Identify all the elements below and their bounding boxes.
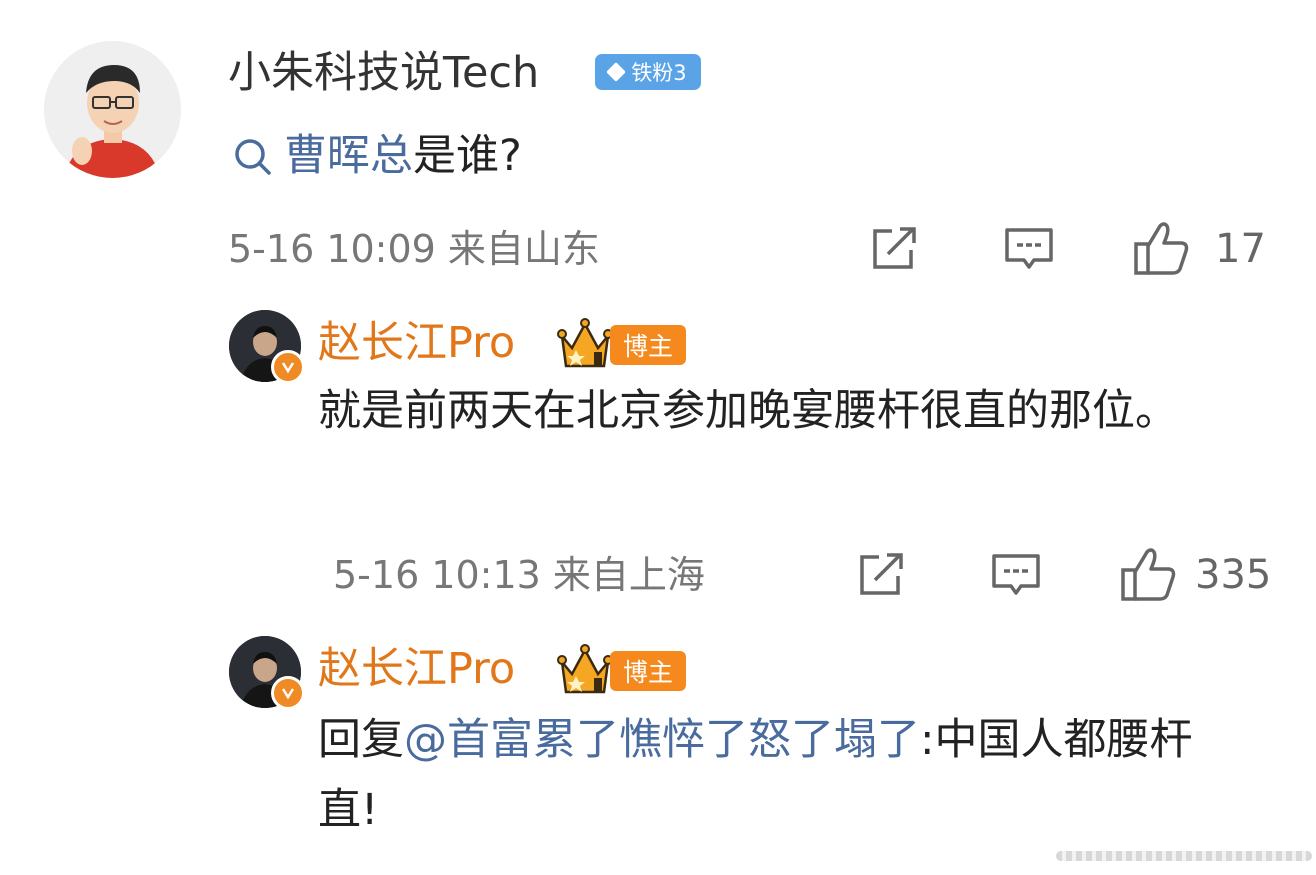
share-icon xyxy=(873,227,916,269)
avatar-illustration xyxy=(44,41,181,178)
blogger-name[interactable]: 赵长江Pro xyxy=(318,640,515,698)
mention-link[interactable]: @首富累了憔悴了怒了塌了 xyxy=(404,715,920,765)
comment-text: 曹晖总 是谁? xyxy=(230,126,522,186)
like-count: 17 xyxy=(1215,226,1266,272)
fan-badge[interactable]: 铁粉3 xyxy=(595,54,701,90)
like-count: 335 xyxy=(1195,552,1272,598)
reply-avatar[interactable] xyxy=(229,636,305,710)
crown-icon xyxy=(557,318,613,368)
share-button[interactable] xyxy=(870,226,920,276)
crown-icon xyxy=(557,644,613,694)
reply-prefix: 回复 xyxy=(318,715,404,765)
diamond-icon xyxy=(606,62,627,82)
reply-avatar[interactable] xyxy=(229,310,305,384)
reply-meta: 5-16 10:13 来自上海 xyxy=(333,553,705,597)
comment-meta: 5-16 10:09 来自山东 xyxy=(228,227,600,271)
reply-text: 回复@首富累了憔悴了怒了塌了:中国人都腰杆直! xyxy=(318,705,1238,845)
like-button[interactable] xyxy=(1120,546,1178,606)
blogger-badge[interactable]: 博主 xyxy=(610,325,686,365)
like-icon xyxy=(1134,222,1189,275)
comment-icon xyxy=(1005,228,1053,269)
share-icon xyxy=(860,553,903,595)
share-button[interactable] xyxy=(857,552,907,602)
verified-icon xyxy=(271,676,305,710)
topic-link[interactable]: 曹晖总 xyxy=(284,126,413,186)
comment-button[interactable] xyxy=(1003,226,1055,278)
comment-text-suffix: 是谁? xyxy=(413,131,522,181)
like-button[interactable] xyxy=(1133,220,1191,280)
user-name[interactable]: 小朱科技说Tech xyxy=(228,44,539,102)
user-avatar[interactable] xyxy=(44,41,181,178)
like-icon xyxy=(1121,548,1176,601)
fan-badge-label: 铁粉3 xyxy=(631,61,687,85)
blogger-name[interactable]: 赵长江Pro xyxy=(318,314,515,372)
comment-button[interactable] xyxy=(990,552,1042,604)
blogger-badge[interactable]: 博主 xyxy=(610,651,686,691)
comment-icon xyxy=(992,554,1040,595)
search-icon xyxy=(235,139,271,175)
reply-text: 就是前两天在北京参加晚宴腰杆很直的那位。 xyxy=(318,386,1178,436)
home-indicator xyxy=(1056,851,1312,861)
verified-icon xyxy=(271,350,305,384)
